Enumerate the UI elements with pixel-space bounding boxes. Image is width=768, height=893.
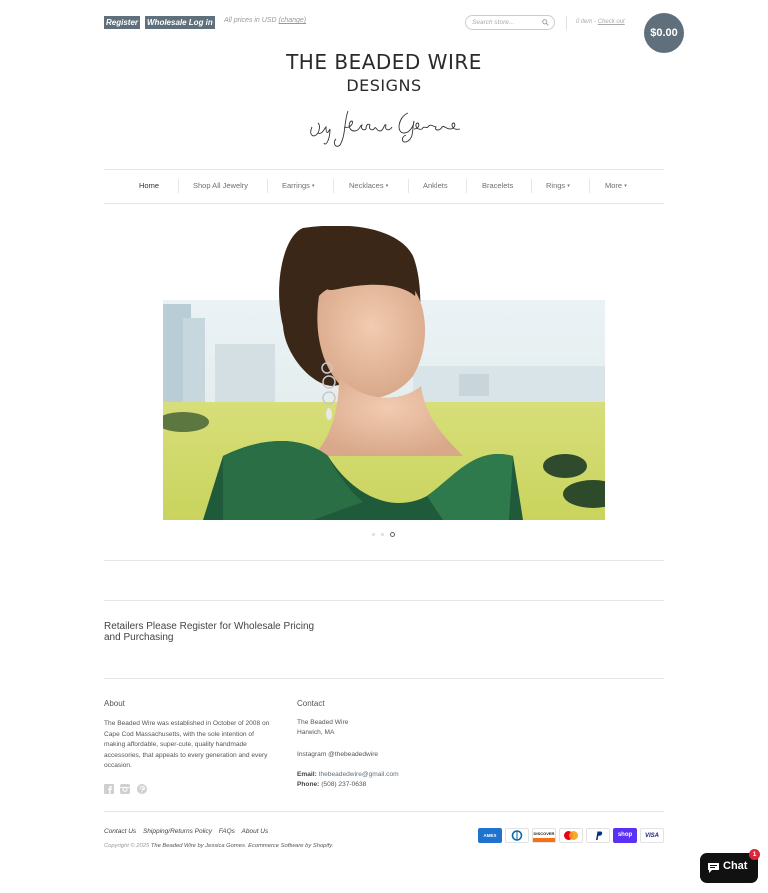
logo-signature: [310, 110, 461, 147]
copyright-prefix: Copyright © 2025: [104, 843, 150, 849]
section-divider: [104, 560, 664, 561]
top-bar: Register Wholesale Log in All prices in …: [104, 14, 664, 32]
nav-item-necklaces[interactable]: Necklaces ▾: [349, 181, 388, 190]
chevron-down-icon: ▾: [567, 183, 570, 189]
phone-value: (508) 237-0638: [321, 781, 367, 788]
search-icon[interactable]: [542, 19, 549, 26]
chevron-down-icon: ▾: [385, 183, 389, 189]
checkout-link[interactable]: Check out: [598, 19, 625, 25]
contact-email: Email: thebeadedwire@gmail.com: [297, 771, 399, 778]
email-label: Email:: [297, 771, 317, 778]
copyright: Copyright © 2025 The Beaded Wire by Jess…: [104, 843, 334, 849]
shopify-credit-link[interactable]: Ecommerce Software by Shopify.: [248, 843, 333, 849]
nav-divider: [531, 179, 532, 193]
search-input[interactable]: Search store...: [465, 15, 555, 30]
store-logo[interactable]: THE BEADED WIRE DESIGNS: [264, 50, 504, 154]
slide-dot[interactable]: [372, 533, 375, 536]
nav-divider: [466, 179, 467, 193]
discover-label: DISCOVER: [533, 831, 555, 836]
chat-label: Chat: [723, 860, 748, 872]
header-divider: [566, 16, 567, 30]
about-text: The Beaded Wire was established in Octob…: [104, 720, 270, 769]
diners-logo: [511, 830, 523, 841]
contact-name: The Beaded Wire: [297, 719, 349, 726]
slideshow-pagination: [372, 532, 398, 538]
shop-pay-icon: shop: [613, 828, 637, 843]
nav-bottom-divider: [104, 203, 664, 204]
nav-item-rings[interactable]: Rings ▾: [546, 181, 570, 190]
model-photo: [163, 226, 605, 520]
mastercard-logo: [564, 831, 578, 840]
discover-stripe: [533, 838, 555, 842]
contact-heading: Contact: [297, 699, 325, 708]
footer-link-contact-us[interactable]: Contact Us: [104, 828, 136, 835]
nav-divider: [408, 179, 409, 193]
logo-line-2: DESIGNS: [346, 76, 422, 95]
mastercard-icon: [559, 828, 583, 843]
chevron-down-icon: ▾: [312, 183, 315, 189]
paypal-icon: [586, 828, 610, 843]
contact-phone: Phone: (508) 237-0638: [297, 781, 366, 788]
slide-dot-active[interactable]: [390, 532, 395, 537]
footer-top-divider: [104, 678, 664, 679]
register-button[interactable]: Register: [104, 16, 141, 29]
diners-icon: [505, 828, 529, 843]
instagram-handle: Instagram @thebeadedwire: [297, 751, 379, 758]
footer-link-about-us[interactable]: About Us: [242, 828, 269, 835]
wholesale-notice: Retailers Please Register for Wholesale …: [104, 621, 315, 643]
slide-dot[interactable]: [381, 533, 384, 536]
nav-top-divider: [104, 169, 664, 170]
footer-link-shipping-returns[interactable]: Shipping/Returns Policy: [143, 828, 212, 835]
instagram-icon[interactable]: [120, 784, 130, 794]
facebook-icon[interactable]: [104, 784, 114, 794]
nav-divider: [333, 179, 334, 193]
cart-summary[interactable]: 0 item - Check out: [576, 19, 625, 25]
change-currency-link[interactable]: (change): [278, 17, 306, 24]
nav-item-earrings[interactable]: Earrings ▾: [282, 181, 315, 190]
about-heading: About: [104, 699, 125, 708]
nav-item-home[interactable]: Home: [139, 181, 159, 190]
main-nav: Home Shop All Jewelry Earrings ▾ Necklac…: [104, 171, 664, 201]
discover-icon: DISCOVER: [532, 828, 556, 843]
phone-label: Phone:: [297, 781, 320, 788]
logo-line-1: THE BEADED WIRE: [286, 50, 482, 74]
currency-note: All prices in USD (change): [224, 17, 306, 24]
footer-link-faqs[interactable]: FAQs: [219, 828, 235, 835]
visa-icon: VISA: [640, 828, 664, 843]
copyright-store-link[interactable]: The Beaded Wire by Jessica Gomes: [151, 843, 245, 849]
chevron-down-icon: ▾: [624, 183, 627, 189]
prices-text: All prices in USD: [224, 17, 277, 24]
pinterest-icon[interactable]: [137, 784, 147, 794]
nav-item-more[interactable]: More ▾: [605, 181, 627, 190]
section-divider: [104, 600, 664, 601]
chat-notification-badge: 1: [749, 849, 760, 860]
cart-total-button[interactable]: $0.00: [644, 13, 684, 53]
amex-icon: AMEX: [478, 828, 502, 843]
chat-bubble-icon: [708, 863, 719, 873]
search-placeholder: Search store...: [472, 19, 515, 26]
nav-item-bracelets[interactable]: Bracelets: [482, 181, 513, 190]
cart-items: 0 item: [576, 19, 593, 25]
nav-divider: [267, 179, 268, 193]
email-link[interactable]: thebeadedwire@gmail.com: [319, 771, 399, 778]
footer-links: Contact Us Shipping/Returns Policy FAQs …: [104, 828, 273, 835]
footer-bottom-divider: [104, 811, 664, 812]
wholesale-login-button[interactable]: Wholesale Log in: [145, 16, 215, 29]
contact-city: Harwich, MA: [297, 729, 335, 736]
nav-divider: [178, 179, 179, 193]
nav-divider: [589, 179, 590, 193]
nav-item-anklets[interactable]: Anklets: [423, 181, 448, 190]
paypal-logo: [596, 831, 603, 840]
nav-item-shop-all-jewelry[interactable]: Shop All Jewelry: [193, 181, 248, 190]
hero-slide-image[interactable]: [163, 226, 605, 520]
